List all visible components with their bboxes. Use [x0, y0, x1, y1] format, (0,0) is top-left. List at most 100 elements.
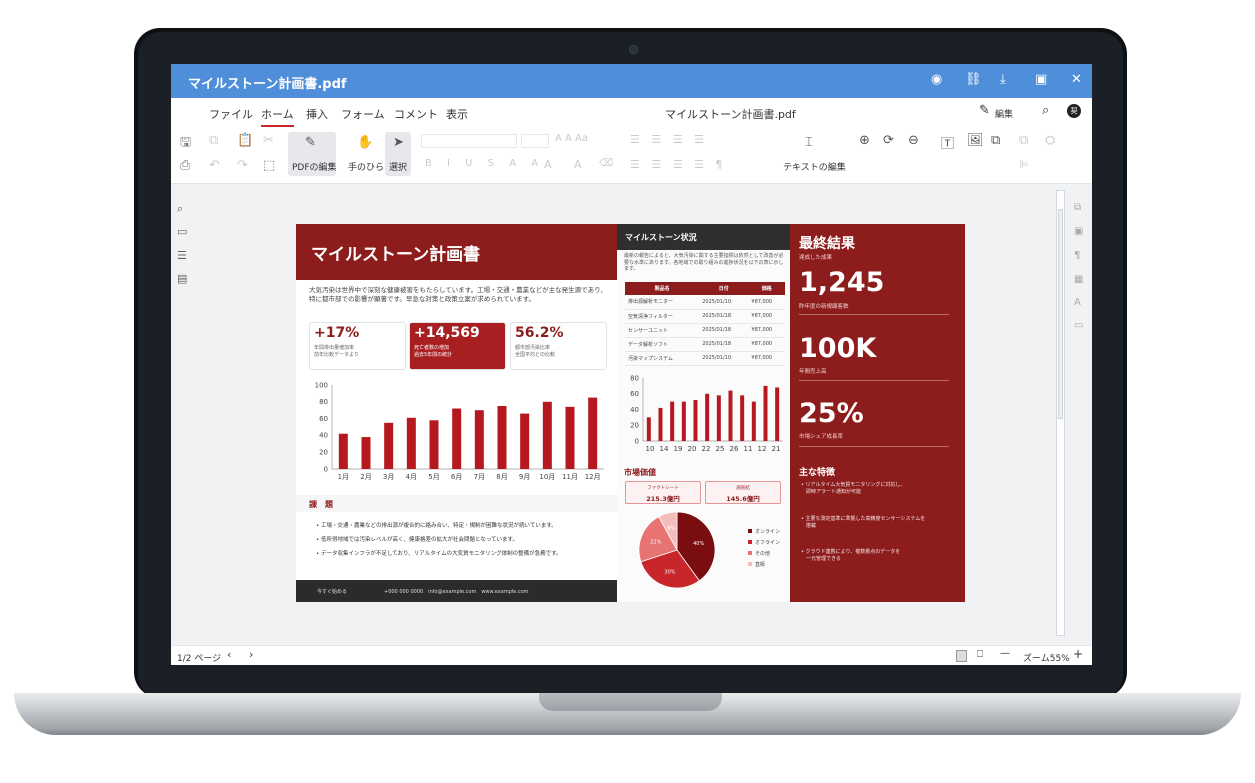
legend-swatch [748, 529, 752, 533]
hand-icon[interactable]: ✋ [357, 135, 373, 150]
hand-label[interactable]: 手のひら [348, 160, 384, 173]
eye-icon[interactable]: ◉ [931, 72, 942, 87]
footer-contact: +000 000 0000 info@example.com www.examp… [384, 589, 529, 595]
area-select-icon[interactable]: ⬚ [263, 158, 275, 173]
legend-swatch [748, 540, 752, 544]
bar [751, 401, 756, 441]
paragraph-panel-icon[interactable]: ¶ [1074, 250, 1080, 261]
comments-sidebar-icon[interactable]: ▭ [177, 225, 187, 238]
pie-legend: オンライン オフライン その他 直販 [748, 528, 780, 572]
avatar[interactable]: 契 [1067, 104, 1081, 118]
vertical-scrollbar[interactable] [1056, 190, 1065, 636]
zoom-in-icon[interactable]: + [1073, 647, 1083, 661]
copy-icon[interactable]: ⧉ [209, 133, 218, 148]
table-panel-icon[interactable]: ▦ [1074, 274, 1083, 285]
paste-icon[interactable]: 📋 [237, 133, 253, 148]
object-panel-icon[interactable]: ⧉ [1074, 202, 1081, 213]
bookmark-view-icon[interactable]: ⎕ [977, 649, 983, 660]
small-bar-chart: 0 20 40 60 80 10 14 19 20 22 25 26 11 12 21 [630, 374, 783, 453]
link-icon[interactable]: ⛓ [965, 72, 982, 87]
kpi-value: 56.2% [515, 325, 564, 341]
close-icon[interactable]: ✕ [1071, 72, 1082, 87]
text-edit-label[interactable]: テキストの編集 [783, 160, 846, 173]
download-icon[interactable]: ⤓ [1000, 72, 1006, 87]
rotate-icon[interactable]: ⟳ [883, 133, 894, 148]
menu-view[interactable]: 表示 [446, 106, 468, 122]
align-objects-icon[interactable]: ⊫ [1019, 158, 1029, 171]
table-cell: データ解析ソフト [625, 337, 700, 352]
single-page-icon[interactable] [956, 650, 967, 662]
comment-icon[interactable]: ▣ [1035, 72, 1047, 87]
image-icon[interactable]: 🖼 [967, 133, 984, 148]
zoom-level[interactable]: ズーム55% [1023, 651, 1070, 664]
highlight-color-icon[interactable]: A [544, 158, 552, 171]
next-page-icon[interactable]: › [249, 648, 253, 661]
kpi-caption: 都市部汚染比率 全国平均との比較 [515, 345, 555, 358]
print-icon[interactable]: ⎙ [180, 158, 190, 173]
menu-home[interactable]: ホーム [261, 106, 294, 127]
footer-cta[interactable]: 今すぐ始める [317, 588, 347, 595]
field-panel-icon[interactable]: ▭ [1074, 320, 1083, 331]
zoom-out-icon[interactable]: — [1000, 648, 1010, 659]
hero-banner: マイルストーン計画書 [296, 224, 617, 280]
list-controls[interactable]: ☰ ☰ ☰ ☰ [630, 133, 708, 146]
bar [728, 390, 733, 441]
text-box-icon[interactable]: 🅃 [941, 133, 954, 152]
table-header: 価格 [748, 282, 785, 295]
menu-form[interactable]: フォーム [341, 106, 385, 122]
font-size-controls[interactable]: A A Aa [555, 133, 588, 144]
x-tick-label: 7月 [474, 473, 485, 481]
search-icon[interactable]: ⌕ [1042, 103, 1049, 118]
ribbon-toolbar: 🖫 ⎙ ⧉ ↶ 📋 ↷ ✂ ⬚ ✎ PDFの編集 ✋ 手のひら ➤ 選択 A A… [171, 128, 1092, 184]
image-panel-icon[interactable]: ▣ [1074, 226, 1083, 237]
link-tool-icon[interactable]: ⧉ [1019, 133, 1028, 148]
kpi-caption: 死亡者数の増加 過去5年間の統計 [414, 345, 453, 358]
redo-icon[interactable]: ↷ [237, 158, 248, 173]
y-tick-label: 20 [630, 422, 639, 430]
thumbnails-sidebar-icon[interactable]: ▤ [177, 272, 187, 285]
align-controls[interactable]: ☰ ☰ ☰ ☰ ¶ [630, 158, 726, 171]
table-cell: ¥87,000 [748, 295, 785, 310]
insert-page-icon[interactable]: ⊕ [859, 133, 870, 148]
monthly-bar-chart: 0 20 40 60 80 100 1月 2月 3月 4月 5月 6月 7月 8月 9月 10月 11月 12月 [315, 381, 604, 481]
legend-item: オフライン [748, 539, 780, 546]
menu-comment[interactable]: コメント [394, 106, 438, 122]
intro-text: 大気汚染は世界中で深刻な健康被害をもたらしています。工場・交通・農業などが主な発… [309, 286, 607, 303]
bar [658, 407, 663, 441]
legend-label: 直販 [755, 562, 766, 568]
font-size-select[interactable] [521, 134, 549, 148]
menu-insert[interactable]: 挿入 [306, 106, 328, 122]
x-tick-label: 3月 [383, 473, 394, 481]
search-sidebar-icon[interactable]: ⌕ [177, 202, 183, 216]
undo-icon[interactable]: ↶ [209, 158, 220, 173]
market-name: ファクトシート [647, 486, 679, 491]
menu-file[interactable]: ファイル [209, 106, 253, 122]
eraser-icon[interactable]: ⌫ [599, 158, 613, 169]
scrollbar-thumb[interactable] [1058, 209, 1063, 419]
text-format-controls[interactable]: B I U S A A [425, 158, 544, 169]
prev-page-icon[interactable]: ‹ [227, 648, 231, 661]
cursor-icon: ➤ [393, 135, 404, 150]
font-color-icon[interactable]: A [574, 158, 582, 171]
bar [565, 406, 575, 469]
x-tick-label: 26 [730, 445, 739, 453]
stamp-icon[interactable]: ⛭ [1045, 133, 1055, 148]
font-family-select[interactable] [421, 134, 517, 148]
bar [740, 395, 745, 441]
pencil-icon[interactable]: ✎ [979, 103, 990, 118]
save-icon[interactable]: 🖫 [180, 133, 191, 155]
outline-sidebar-icon[interactable]: ☰ [177, 249, 187, 262]
table-cell: 排出源解析モニター [625, 295, 700, 310]
text-edit-icon[interactable]: ⌶ [805, 135, 813, 150]
y-tick-label: 60 [630, 390, 639, 398]
delete-page-icon[interactable]: ⊖ [908, 133, 919, 148]
page-title: マイルストーン計画書 [311, 245, 481, 265]
result-label: 年間売上高 [799, 369, 827, 375]
edit-mode-button[interactable]: 編集 [995, 107, 1013, 120]
font-panel-icon[interactable]: A [1074, 297, 1081, 308]
shape-icon[interactable]: ⧉ [991, 133, 1000, 148]
legend-label: オンライン [755, 529, 781, 535]
cut-icon[interactable]: ✂ [263, 133, 274, 148]
bar [406, 417, 416, 469]
x-tick-label: 20 [688, 445, 697, 453]
